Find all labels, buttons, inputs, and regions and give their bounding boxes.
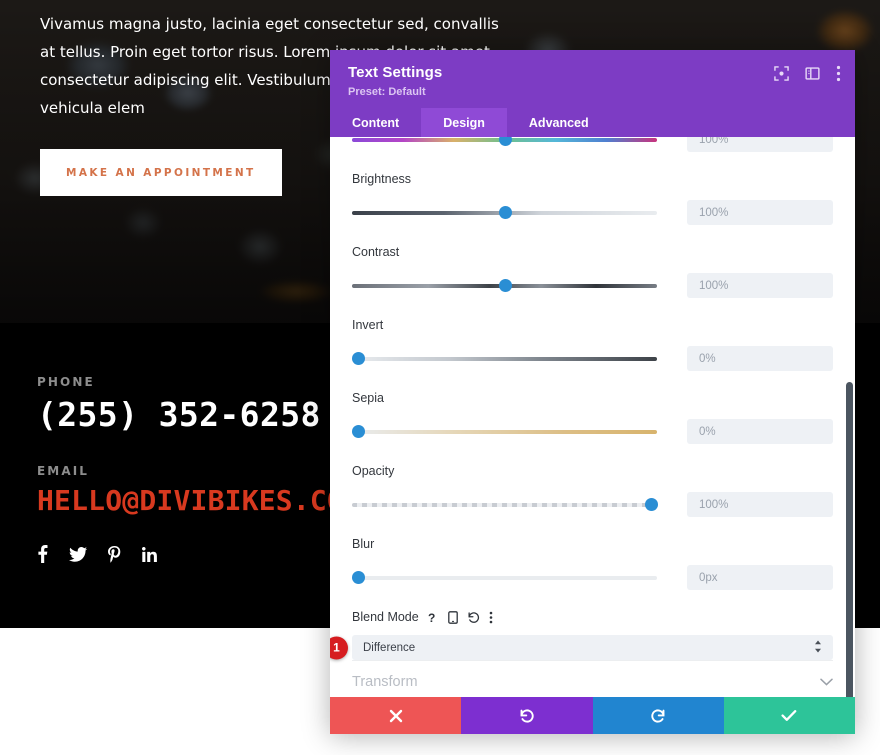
social-links: [37, 545, 361, 563]
filter-row-hue: 100%: [352, 137, 833, 152]
blend-mode-select-row: 1 Difference: [330, 635, 833, 660]
blur-slider-knob[interactable]: [352, 570, 366, 584]
invert-slider-track: [352, 356, 657, 361]
opacity-slider-track: [352, 502, 657, 507]
sepia-slider[interactable]: [352, 424, 657, 439]
blend-mode-label: Blend Mode: [352, 610, 419, 624]
twitter-icon[interactable]: [69, 546, 87, 562]
make-an-appointment-button[interactable]: MAKE AN APPOINTMENT: [40, 149, 282, 196]
phone-label: PHONE: [37, 375, 95, 389]
modal-title: Text Settings: [348, 64, 443, 81]
filter-row-contrast: Contrast 100%: [352, 225, 833, 298]
sepia-label: Sepia: [352, 391, 384, 405]
modal-tabs: Content Design Advanced: [330, 108, 855, 137]
invert-slider[interactable]: [352, 351, 657, 366]
kebab-menu-icon[interactable]: [836, 65, 841, 82]
chevron-down-icon: [820, 678, 833, 686]
filter-row-opacity: Opacity 100%: [352, 444, 833, 517]
pinterest-icon[interactable]: [108, 545, 121, 563]
blend-mode-header: Blend Mode ?: [352, 590, 833, 624]
invert-value-input[interactable]: 0%: [687, 346, 833, 371]
contrast-slider-knob[interactable]: [498, 278, 512, 292]
facebook-icon[interactable]: [37, 545, 48, 563]
hue-value-input[interactable]: 100%: [687, 137, 833, 152]
filter-row-sepia: Sepia 0%: [352, 371, 833, 444]
opacity-value-input[interactable]: 100%: [687, 492, 833, 517]
email-value[interactable]: HELLO@DIVIBIKES.COM: [37, 484, 361, 517]
mobile-device-icon[interactable]: [447, 610, 458, 624]
contrast-label: Contrast: [352, 245, 400, 259]
help-question-icon[interactable]: ?: [428, 611, 439, 624]
reset-undo-icon[interactable]: [467, 611, 480, 624]
modal-preset[interactable]: Preset: Default: [348, 86, 839, 98]
layout-panel-icon[interactable]: [805, 66, 820, 81]
accordion-transform[interactable]: Transform: [352, 660, 833, 697]
redo-button[interactable]: [592, 697, 724, 734]
filter-row-invert: Invert 0%: [352, 298, 833, 371]
hue-slider-knob[interactable]: [498, 137, 512, 146]
undo-button[interactable]: [461, 697, 593, 734]
invert-label: Invert: [352, 318, 384, 332]
opacity-slider-knob[interactable]: [644, 497, 658, 511]
step-badge: 1: [330, 636, 348, 659]
filter-row-blur: Blur 0px: [352, 517, 833, 590]
phone-value: (255) 352-6258: [37, 395, 321, 434]
opacity-slider[interactable]: [352, 497, 658, 512]
blur-value-input[interactable]: 0px: [687, 565, 833, 590]
linkedin-icon[interactable]: [142, 546, 157, 562]
brightness-slider-knob[interactable]: [498, 205, 512, 219]
blend-mode-select[interactable]: Difference: [352, 635, 833, 660]
sepia-slider-knob[interactable]: [352, 424, 366, 438]
opacity-label: Opacity: [352, 464, 395, 478]
blur-slider[interactable]: [352, 570, 657, 585]
sepia-value-input[interactable]: 0%: [687, 419, 833, 444]
save-button[interactable]: [723, 697, 855, 734]
tab-content[interactable]: Content: [330, 108, 421, 137]
svg-text:?: ?: [428, 611, 435, 624]
select-stepper-icon: [814, 640, 822, 656]
contrast-slider[interactable]: [352, 278, 657, 293]
brightness-label: Brightness: [352, 172, 412, 186]
modal-scroll-content: 100% Brightness 100% Contrast 100% Inver…: [330, 137, 855, 697]
tab-design[interactable]: Design: [421, 108, 507, 137]
blur-label: Blur: [352, 537, 375, 551]
email-label: EMAIL: [37, 464, 90, 478]
modal-scrollbar-track[interactable]: [844, 137, 853, 697]
invert-slider-knob[interactable]: [352, 351, 366, 365]
fullscreen-icon[interactable]: [774, 66, 789, 81]
cancel-button[interactable]: [330, 697, 462, 734]
modal-header-actions: [774, 65, 841, 82]
tab-advanced[interactable]: Advanced: [507, 108, 611, 137]
modal-header: Text Settings Preset: Default: [330, 50, 855, 108]
accordion-transform-label: Transform: [352, 673, 418, 690]
modal-scrollbar-thumb[interactable]: [846, 382, 853, 697]
blend-mode-selected-value: Difference: [363, 641, 416, 654]
modal-footer-actions: [330, 697, 855, 734]
brightness-slider[interactable]: [352, 205, 657, 220]
sepia-slider-track: [352, 429, 657, 434]
contrast-value-input[interactable]: 100%: [687, 273, 833, 298]
blur-slider-track: [352, 575, 657, 580]
text-settings-modal: Text Settings Preset: Default Content De…: [330, 50, 855, 734]
hue-slider[interactable]: [352, 137, 657, 147]
modal-body: 100% Brightness 100% Contrast 100% Inver…: [330, 137, 855, 697]
kebab-menu-icon[interactable]: [489, 611, 493, 624]
brightness-value-input[interactable]: 100%: [687, 200, 833, 225]
filter-row-brightness: Brightness 100%: [352, 152, 833, 225]
